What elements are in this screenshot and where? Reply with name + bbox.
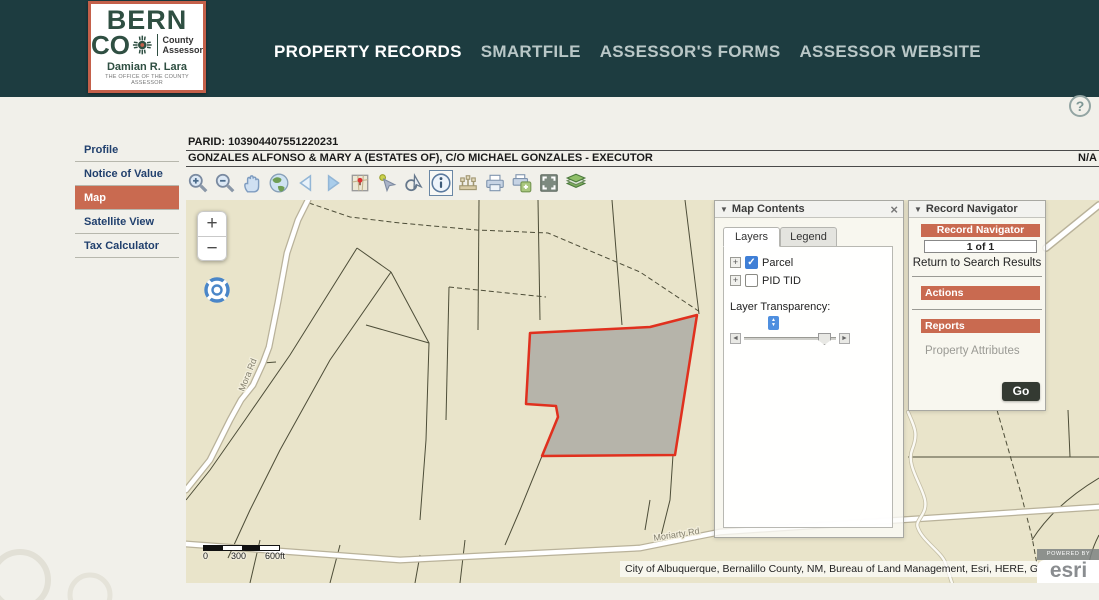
map-zoom-out-button[interactable]: − — [197, 236, 227, 261]
close-icon[interactable]: × — [890, 203, 898, 216]
bernco-logo[interactable]: BERN CO County Assessor Damian R. Lara T… — [88, 1, 206, 93]
reports-section-header[interactable]: Reports — [921, 319, 1040, 333]
nav-smartfile[interactable]: SMARTFILE — [481, 42, 581, 62]
nav-assessors-forms[interactable]: ASSESSOR'S FORMS — [600, 42, 781, 62]
map-zoom-control: + − — [197, 211, 227, 261]
logo-tagline: THE OFFICE OF THE COUNTY ASSESSOR — [91, 74, 203, 86]
pan-hand-icon[interactable] — [240, 170, 264, 196]
app-header: BERN CO County Assessor Damian R. Lara T… — [0, 0, 1099, 97]
record-navigator-banner: Record Navigator — [921, 224, 1040, 237]
background-pattern — [0, 540, 170, 600]
return-to-search-results-link[interactable]: Return to Search Results — [909, 257, 1045, 269]
divider — [912, 309, 1042, 310]
record-position-input[interactable]: 1 of 1 — [924, 240, 1037, 253]
parcel-checkbox[interactable]: ✓ — [745, 256, 758, 269]
parid-value: 103904407551220231 — [228, 136, 338, 148]
logo-line1: BERN — [91, 8, 203, 32]
layer-row-pid-tid: + PID TID — [730, 274, 886, 287]
nav-assessor-website[interactable]: ASSESSOR WEBSITE — [799, 42, 980, 62]
layer-row-parcel: + ✓ Parcel — [730, 256, 886, 269]
assessor-name: Damian R. Lara — [91, 61, 203, 73]
tab-layers[interactable]: Layers — [723, 227, 780, 247]
selected-parcel[interactable] — [526, 315, 697, 456]
map-toolbar — [186, 167, 1099, 198]
full-screen-icon[interactable] — [537, 170, 561, 196]
collapse-arrow-icon[interactable]: ▼ — [720, 205, 728, 214]
expand-icon[interactable]: + — [730, 257, 741, 268]
scale-tick-300: 300 — [231, 551, 246, 561]
layer-label-parcel: Parcel — [762, 257, 793, 269]
tab-legend[interactable]: Legend — [780, 227, 837, 247]
layers-icon[interactable] — [564, 170, 588, 196]
esri-wordmark: esri — [1037, 560, 1099, 583]
map-contents-tabs: Layers Legend — [715, 227, 903, 247]
logo-line2: CO — [91, 33, 130, 57]
expand-icon[interactable]: + — [730, 275, 741, 286]
zoom-in-icon[interactable] — [186, 170, 210, 196]
transparency-slider: ◄ ► — [730, 333, 886, 344]
map-canvas[interactable]: Mora Rd Moriarty Rd + − 0 300 600ft City… — [186, 200, 1099, 583]
sidebar-item-notice-of-value[interactable]: Notice of Value — [75, 162, 179, 186]
pin-select-icon[interactable] — [375, 170, 399, 196]
record-navigator-panel: ▼ Record Navigator Record Navigator 1 of… — [908, 200, 1046, 411]
owner-row: GONZALES ALFONSO & MARY A (ESTATES OF), … — [186, 151, 1099, 167]
parid-row: PARID: 103904407551220231 — [186, 135, 1099, 151]
divider — [912, 276, 1042, 277]
transparency-label: Layer Transparency: — [730, 301, 886, 313]
collapse-arrow-icon[interactable]: ▼ — [914, 205, 922, 214]
sidebar-item-satellite-view[interactable]: Satellite View — [75, 210, 179, 234]
sidebar-menu: Profile Notice of Value Map Satellite Vi… — [75, 138, 179, 258]
logo-assessor: Assessor — [162, 45, 203, 55]
slider-right-arrow[interactable]: ► — [839, 333, 850, 344]
actions-section-header[interactable]: Actions — [921, 286, 1040, 300]
owner-right-value: N/A — [1078, 152, 1097, 164]
map-zoom-in-button[interactable]: + — [197, 211, 227, 236]
scale-tick-600: 600ft — [265, 551, 285, 561]
locate-button[interactable] — [203, 276, 231, 304]
slider-handle[interactable] — [818, 333, 831, 345]
map-attribution: City of Albuquerque, Bernalillo County, … — [620, 561, 1038, 577]
slider-track[interactable] — [744, 337, 836, 340]
identify-info-icon[interactable] — [429, 170, 453, 196]
layers-tab-content: + ✓ Parcel + PID TID Layer Transparency:… — [723, 246, 893, 528]
full-extent-globe-icon[interactable] — [267, 170, 291, 196]
record-header: PARID: 103904407551220231 GONZALES ALFON… — [186, 135, 1099, 167]
sidebar-item-tax-calculator[interactable]: Tax Calculator — [75, 234, 179, 258]
esri-logo: POWERED BY esri — [1037, 549, 1099, 583]
map-contents-header[interactable]: ▼ Map Contents × — [715, 201, 903, 218]
logo-divider — [157, 34, 159, 56]
zoom-to-selection-icon[interactable] — [402, 170, 426, 196]
print-icon[interactable] — [483, 170, 507, 196]
transparency-stepper[interactable]: ▲▼ — [768, 316, 779, 330]
property-attributes-link[interactable]: Property Attributes — [925, 345, 1045, 357]
sidebar-item-profile[interactable]: Profile — [75, 138, 179, 162]
scale-tick-0: 0 — [203, 551, 208, 561]
map-contents-panel: ▼ Map Contents × Layers Legend + ✓ Parce… — [714, 200, 904, 538]
slider-left-arrow[interactable]: ◄ — [730, 333, 741, 344]
sidebar-item-map[interactable]: Map — [75, 186, 179, 210]
scale-bar: 0 300 600ft — [203, 545, 283, 561]
export-map-icon[interactable] — [510, 170, 534, 196]
next-extent-icon[interactable] — [321, 170, 345, 196]
help-icon[interactable]: ? — [1069, 95, 1091, 117]
zoom-out-icon[interactable] — [213, 170, 237, 196]
pid-tid-checkbox[interactable] — [745, 274, 758, 287]
zia-symbol-icon — [132, 34, 153, 56]
layer-label-pid-tid: PID TID — [762, 275, 801, 287]
map-contents-title: Map Contents — [732, 203, 805, 215]
measure-icon[interactable] — [456, 170, 480, 196]
record-navigator-header[interactable]: ▼ Record Navigator — [909, 201, 1045, 218]
previous-extent-icon[interactable] — [294, 170, 318, 196]
go-button[interactable]: Go — [1002, 382, 1040, 401]
logo-county: County — [162, 35, 203, 45]
owner-name: GONZALES ALFONSO & MARY A (ESTATES OF), … — [188, 152, 653, 164]
record-navigator-title: Record Navigator — [926, 203, 1018, 215]
overview-map-icon[interactable] — [348, 170, 372, 196]
nav-property-records[interactable]: PROPERTY RECORDS — [274, 42, 462, 62]
parid-label: PARID: — [188, 136, 225, 148]
main-nav: PROPERTY RECORDS SMARTFILE ASSESSOR'S FO… — [274, 42, 981, 62]
